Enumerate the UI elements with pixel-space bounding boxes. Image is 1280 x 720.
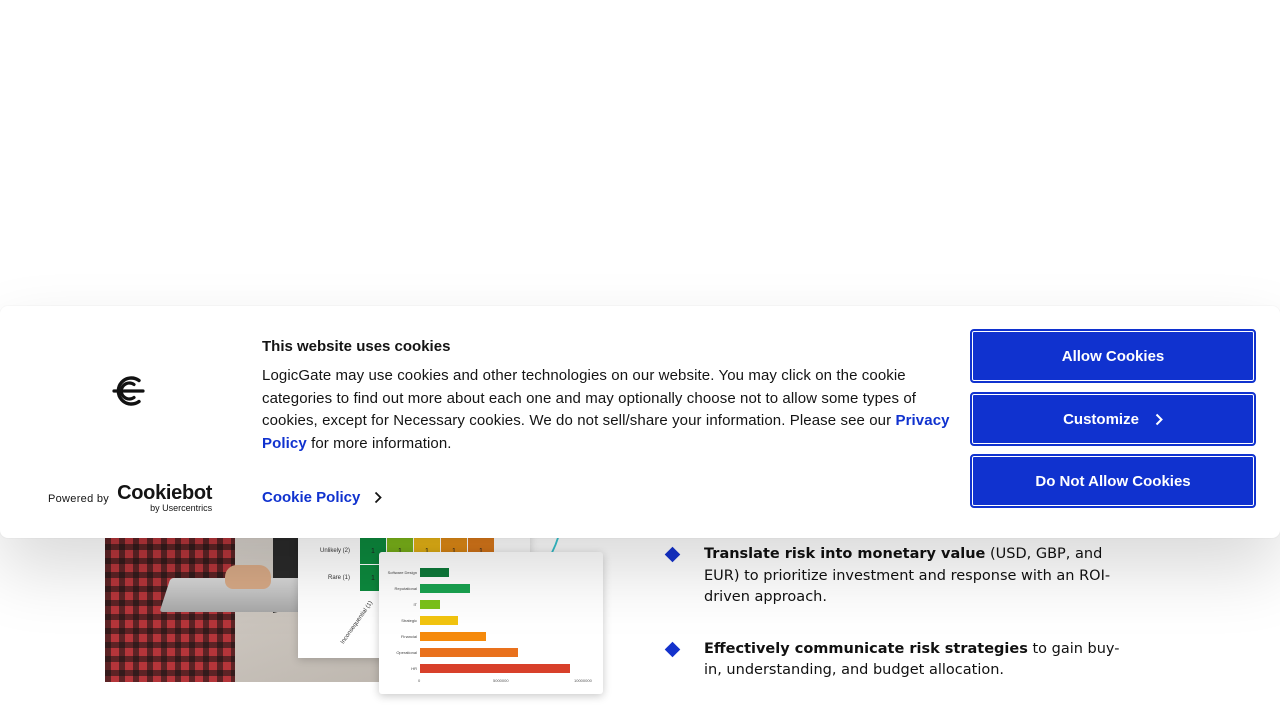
bar-tick: 5000000 — [493, 678, 509, 683]
diamond-bullet-icon — [664, 641, 681, 657]
bar — [420, 600, 440, 609]
cookiebot-wordmark: Cookiebot — [117, 482, 213, 504]
bar — [420, 584, 470, 593]
do-not-allow-cookies-label: Do Not Allow Cookies — [1035, 472, 1191, 490]
chevron-right-icon — [375, 491, 383, 504]
benefit-bold: Effectively communicate risk strategies — [704, 640, 1028, 657]
diamond-bullet-icon — [664, 546, 681, 563]
benefit-item: Effectively communicate risk strategies … — [664, 639, 1134, 682]
do-not-allow-cookies-button[interactable]: Do Not Allow Cookies — [970, 454, 1256, 508]
allow-cookies-label: Allow Cookies — [1061, 347, 1165, 365]
bar-label: Financial — [400, 634, 417, 639]
banner-body-text: LogicGate may use cookies and other tech… — [262, 367, 917, 430]
benefit-bold: Translate risk into monetary value — [704, 546, 986, 562]
logicgate-logo-icon — [112, 376, 145, 406]
bar-label: Strategic — [401, 618, 417, 623]
heatmap-row-label: Rare (1) — [327, 575, 350, 581]
banner-title: This website uses cookies — [262, 338, 451, 355]
cookie-policy-link[interactable]: Cookie Policy — [262, 489, 383, 506]
bar-label: Operational — [396, 650, 417, 655]
bar-tick: 10000000 — [574, 678, 592, 683]
bar-label: IT — [413, 602, 417, 607]
cookiebot-logo: Cookiebot by Usercentrics — [117, 482, 213, 513]
bar-label: Software Design — [387, 570, 417, 575]
powered-by-cookiebot[interactable]: Powered by Cookiebot by Usercentrics — [48, 482, 213, 513]
bar — [420, 648, 518, 657]
chevron-right-icon — [1155, 413, 1163, 425]
bar-label: HR — [411, 666, 417, 671]
bar — [420, 568, 449, 577]
hand — [225, 565, 271, 589]
heatmap-axis-label: Inconsequential (1) — [340, 600, 375, 646]
bar-tick: 0 — [418, 678, 421, 683]
bar — [420, 632, 486, 641]
bar — [420, 616, 458, 625]
bar-chart-card: Software Design Reputational IT Strategi… — [379, 552, 603, 694]
usercentrics-label: by Usercentrics — [150, 503, 213, 513]
customize-button[interactable]: Customize — [970, 392, 1256, 446]
banner-body-suffix: for more information. — [306, 434, 452, 452]
cookie-policy-label: Cookie Policy — [262, 489, 361, 506]
powered-by-label: Powered by — [48, 492, 110, 505]
cookie-consent-banner: This website uses cookies LogicGate may … — [0, 306, 1280, 538]
benefits-list: Translate risk into monetary value (USD,… — [664, 544, 1134, 712]
banner-description: LogicGate may use cookies and other tech… — [262, 365, 952, 455]
allow-cookies-button[interactable]: Allow Cookies — [970, 329, 1256, 383]
heatmap-row-label: Unlikely (2) — [319, 548, 350, 554]
benefit-item: Translate risk into monetary value (USD,… — [664, 544, 1134, 609]
bar — [420, 664, 570, 673]
bar-label: Reputational — [394, 586, 417, 591]
customize-label: Customize — [1063, 410, 1139, 428]
